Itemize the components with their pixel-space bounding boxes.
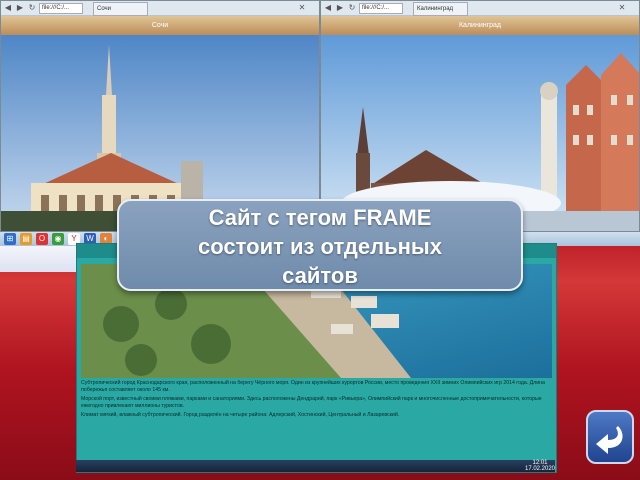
article-paragraph: Морской порт, известный своими пляжами, … xyxy=(81,396,542,409)
opera-icon[interactable]: O xyxy=(36,233,48,245)
folder-icon[interactable]: ▤ xyxy=(20,233,32,245)
system-clock: 12:01 17.02.2020 xyxy=(520,460,560,472)
browser-tab[interactable]: Калининград xyxy=(413,2,468,16)
close-icon[interactable]: ✕ xyxy=(297,3,307,13)
right-browser-toolbar: ◀ ▶ ↻ file:///C:/... Калининград ✕ xyxy=(321,1,639,16)
right-browser-window: ◀ ▶ ↻ file:///C:/... Калининград ✕ Калин… xyxy=(320,0,640,232)
clock-date: 17.02.2020 xyxy=(524,466,556,472)
site-article-text: Субтропический город Краснодарского края… xyxy=(81,380,552,470)
back-icon[interactable]: ◀ xyxy=(3,3,13,13)
browser-tab[interactable]: Сочи xyxy=(93,2,148,16)
chrome-icon[interactable]: ◉ xyxy=(52,233,64,245)
close-icon[interactable]: ✕ xyxy=(617,3,627,13)
article-paragraph: Климат мягкий, влажный субтропический. Г… xyxy=(81,412,400,419)
inner-windows-taskbar xyxy=(76,460,555,472)
callout-box: Сайт с тегом FRAME состоит из отдельных … xyxy=(117,199,523,291)
back-icon[interactable]: ◀ xyxy=(323,3,333,13)
photo-title: Сочи xyxy=(1,16,319,36)
article-paragraph: Субтропический город Краснодарского края… xyxy=(81,380,545,393)
left-browser-window: ◀ ▶ ↻ file:///C:/... Сочи ✕ Сочи xyxy=(0,0,320,232)
forward-icon[interactable]: ▶ xyxy=(15,3,25,13)
return-arrow-icon xyxy=(596,426,623,454)
photo-title: Калининград xyxy=(321,16,639,36)
start-icon[interactable]: ⊞ xyxy=(4,233,16,245)
forward-icon[interactable]: ▶ xyxy=(335,3,345,13)
return-button[interactable] xyxy=(586,410,634,464)
refresh-icon[interactable]: ↻ xyxy=(27,3,37,13)
left-browser-toolbar: ◀ ▶ ↻ file:///C:/... Сочи ✕ xyxy=(1,1,319,16)
refresh-icon[interactable]: ↻ xyxy=(347,3,357,13)
callout-line: состоит из отдельных xyxy=(198,234,442,259)
callout-line: сайтов xyxy=(282,263,358,288)
address-bar[interactable]: file:///C:/... xyxy=(359,3,403,14)
address-bar[interactable]: file:///C:/... xyxy=(39,3,83,14)
callout-line: Сайт с тегом FRAME xyxy=(208,205,432,230)
